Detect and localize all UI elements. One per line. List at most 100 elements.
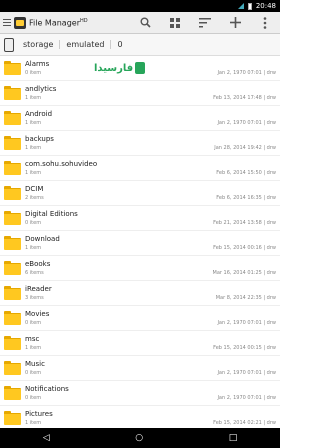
list-item[interactable]: andlytics 1 item Feb 13, 2014 17:48 | drw bbox=[0, 81, 280, 106]
folder-name: Music bbox=[25, 360, 45, 368]
folder-name: DCIM bbox=[25, 185, 44, 193]
folder-name: eBooks bbox=[25, 260, 51, 268]
folder-name: Movies bbox=[25, 310, 50, 318]
folder-icon bbox=[4, 411, 21, 425]
back-icon[interactable]: ◁ bbox=[43, 433, 50, 443]
app-title-text: File Manager bbox=[29, 18, 80, 28]
list-item[interactable]: DCIM 2 items Feb 6, 2014 16:35 | drw bbox=[0, 181, 280, 206]
folder-meta: Mar 16, 2014 01:25 | drw bbox=[212, 270, 276, 276]
add-button[interactable] bbox=[220, 12, 250, 34]
list-item[interactable]: Music 0 item Jan 2, 1970 07:01 | drw bbox=[0, 356, 280, 381]
app-logo-icon bbox=[14, 16, 26, 29]
folder-name: andlytics bbox=[25, 85, 57, 93]
list-item[interactable]: Android 1 item Jan 2, 1970 07:01 | drw bbox=[0, 106, 280, 131]
folder-meta: Jan 2, 1970 07:01 | drw bbox=[217, 120, 276, 126]
list-item[interactable]: backups 1 item Jan 28, 2014 19:42 | drw bbox=[0, 131, 280, 156]
nav-bar: ◁ ○ □ bbox=[0, 428, 280, 448]
folder-item-count: 1 item bbox=[25, 345, 42, 351]
folder-meta: Feb 13, 2014 17:48 | drw bbox=[213, 95, 276, 101]
folder-meta: Feb 15, 2014 00:16 | drw bbox=[213, 245, 276, 251]
breadcrumb: storage emulated 0 bbox=[0, 34, 280, 56]
folder-item-count: 0 item bbox=[25, 395, 42, 401]
folder-icon bbox=[4, 361, 21, 375]
breadcrumb-0[interactable]: 0 bbox=[111, 40, 128, 49]
folder-icon bbox=[4, 261, 21, 275]
overflow-menu-button[interactable] bbox=[250, 12, 280, 34]
folder-icon bbox=[4, 86, 21, 100]
list-item[interactable]: Notifications 0 item Jan 2, 1970 07:01 | d… bbox=[0, 381, 280, 406]
folder-item-count: 0 item bbox=[25, 370, 42, 376]
folder-item-count: 1 item bbox=[25, 420, 42, 426]
folder-name: Digital Editions bbox=[25, 210, 78, 218]
list-item[interactable]: Digital Editions 0 item Feb 21, 2014 13:58… bbox=[0, 206, 280, 231]
status-bar: 20:48 bbox=[0, 0, 280, 12]
folder-item-count: 1 item bbox=[25, 170, 42, 176]
folder-name: com.sohu.sohuvideo bbox=[25, 160, 98, 168]
list-item[interactable]: com.sohu.sohuvideo 1 item Feb 6, 2014 15:5… bbox=[0, 156, 280, 181]
folder-item-count: 0 item bbox=[25, 320, 42, 326]
folder-icon bbox=[4, 161, 21, 175]
battery-icon bbox=[247, 2, 252, 10]
folder-item-count: 6 items bbox=[25, 270, 44, 276]
list-item[interactable]: Download 1 item Feb 15, 2014 00:16 | drw bbox=[0, 231, 280, 256]
breadcrumb-emulated[interactable]: emulated bbox=[60, 40, 112, 49]
folder-item-count: 0 item bbox=[25, 220, 42, 226]
plus-icon bbox=[229, 17, 241, 28]
folder-meta: Feb 6, 2014 15:50 | drw bbox=[216, 170, 276, 176]
folder-name: backups bbox=[25, 135, 54, 143]
folder-name: Pictures bbox=[25, 410, 53, 418]
folder-name: iReader bbox=[25, 285, 52, 293]
folder-item-count: 1 item bbox=[25, 145, 42, 151]
folder-item-count: 1 item bbox=[25, 120, 42, 126]
list-item[interactable]: Movies 0 item Jan 2, 1970 07:01 | drw bbox=[0, 306, 280, 331]
folder-icon bbox=[4, 311, 21, 325]
folder-meta: Feb 6, 2014 16:35 | drw bbox=[216, 195, 276, 201]
folder-item-count: 1 item bbox=[25, 95, 42, 101]
signal-icon bbox=[237, 3, 244, 9]
file-list: فارسیدا Alarms 0 item Jan 2, 1970 07:01 | … bbox=[0, 56, 280, 428]
recents-icon[interactable]: □ bbox=[229, 433, 238, 443]
breadcrumb-storage[interactable]: storage bbox=[17, 40, 61, 49]
more-vert-icon bbox=[263, 16, 267, 29]
home-icon[interactable]: ○ bbox=[135, 433, 143, 443]
folder-meta: Feb 15, 2014 00:15 | drw bbox=[213, 345, 276, 351]
list-item[interactable]: msc 1 item Feb 15, 2014 00:15 | drw bbox=[0, 331, 280, 356]
folder-icon bbox=[4, 286, 21, 300]
folder-meta: Mar 8, 2014 22:35 | drw bbox=[215, 295, 276, 301]
folder-icon bbox=[4, 136, 21, 150]
folder-name: Alarms bbox=[25, 60, 50, 68]
folder-item-count: 3 items bbox=[25, 295, 44, 301]
app-title-sup: HD bbox=[80, 17, 88, 24]
folder-name: Notifications bbox=[25, 385, 69, 393]
app-title: File ManagerHD bbox=[29, 18, 88, 28]
folder-icon bbox=[4, 336, 21, 350]
folder-meta: Feb 15, 2014 02:21 | drw bbox=[213, 420, 276, 426]
list-item[interactable]: Alarms 0 item Jan 2, 1970 07:01 | drw bbox=[0, 56, 280, 81]
folder-icon bbox=[4, 111, 21, 125]
folder-icon bbox=[4, 61, 21, 75]
folder-meta: Jan 2, 1970 07:01 | drw bbox=[217, 70, 276, 76]
status-time: 20:48 bbox=[255, 2, 276, 10]
folder-icon bbox=[4, 236, 21, 250]
sort-button[interactable] bbox=[190, 12, 220, 34]
folder-icon bbox=[4, 386, 21, 400]
folder-name: msc bbox=[25, 335, 40, 343]
app-bar: File ManagerHD bbox=[0, 12, 280, 34]
search-icon bbox=[140, 17, 151, 28]
folder-meta: Feb 21, 2014 13:58 | drw bbox=[213, 220, 276, 226]
drawer-menu-icon[interactable] bbox=[3, 19, 11, 26]
folder-meta: Jan 2, 1970 07:01 | drw bbox=[217, 395, 276, 401]
folder-icon bbox=[4, 211, 21, 225]
list-item[interactable]: eBooks 6 items Mar 16, 2014 01:25 | drw bbox=[0, 256, 280, 281]
view-grid-button[interactable] bbox=[160, 12, 190, 34]
folder-icon bbox=[4, 186, 21, 200]
folder-meta: Jan 2, 1970 07:01 | drw bbox=[217, 320, 276, 326]
list-item[interactable]: iReader 3 items Mar 8, 2014 22:35 | drw bbox=[0, 281, 280, 306]
folder-meta: Jan 28, 2014 19:42 | drw bbox=[214, 145, 276, 151]
device-storage-icon[interactable] bbox=[4, 37, 14, 52]
sort-icon bbox=[199, 17, 211, 27]
search-button[interactable] bbox=[130, 12, 160, 34]
folder-item-count: 0 item bbox=[25, 70, 42, 76]
folder-name: Download bbox=[25, 235, 60, 243]
list-item[interactable]: Pictures 1 item Feb 15, 2014 02:21 | drw bbox=[0, 406, 280, 428]
